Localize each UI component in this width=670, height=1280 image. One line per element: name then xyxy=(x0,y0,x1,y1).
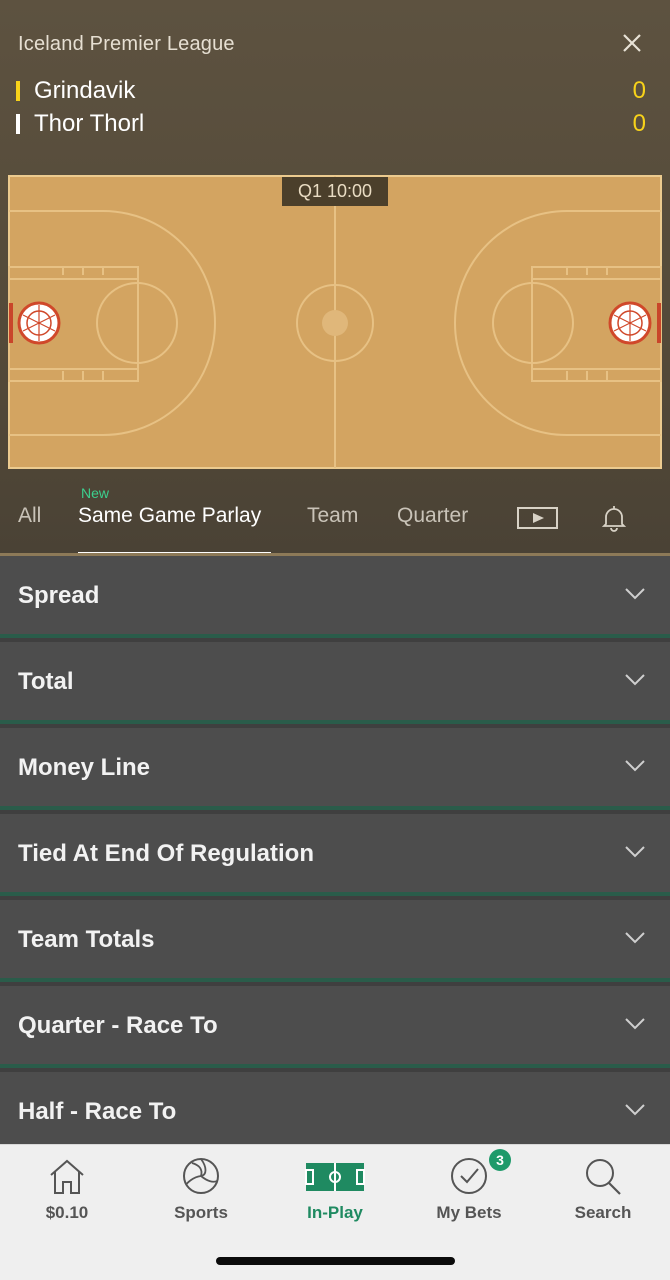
team-name: Thor Thorl xyxy=(34,110,145,137)
market-label: Tied At End Of Regulation xyxy=(18,840,314,867)
market-label: Money Line xyxy=(18,754,151,781)
pitch-icon xyxy=(305,1163,365,1191)
tab-same-game-parlay[interactable]: Same Game Parlay xyxy=(78,504,261,528)
nav-label: Sports xyxy=(174,1203,228,1222)
team-row-away: Thor Thorl 0 xyxy=(16,110,646,140)
nav-sports[interactable]: Sports xyxy=(134,1145,268,1245)
market-tabs: All New Same Game Parlay Team Quarter xyxy=(0,470,670,556)
team-marker xyxy=(16,81,20,101)
tab-all[interactable]: All xyxy=(18,504,41,528)
tab-team[interactable]: Team xyxy=(307,504,358,528)
nav-label: In-Play xyxy=(307,1203,363,1222)
nav-my-bets[interactable]: My Bets xyxy=(402,1145,536,1245)
chevron-down-icon xyxy=(625,674,645,686)
check-circle-icon xyxy=(451,1158,487,1194)
nav-in-play[interactable]: In-Play xyxy=(268,1145,402,1245)
chevron-down-icon xyxy=(625,932,645,944)
team-name: Grindavik xyxy=(34,77,136,104)
tab-quarter[interactable]: Quarter xyxy=(397,504,468,528)
chevron-down-icon xyxy=(625,846,645,858)
market-list: Spread Total Money Line Tied At End Of R… xyxy=(0,556,670,1144)
my-bets-count-badge: 3 xyxy=(489,1149,511,1171)
team-score: 0 xyxy=(632,77,646,104)
nav-label: $0.10 xyxy=(45,1203,89,1222)
search-icon xyxy=(586,1159,621,1195)
market-label: Half - Race To xyxy=(18,1098,177,1125)
nav-label: Search xyxy=(574,1203,632,1222)
close-icon[interactable] xyxy=(616,28,648,60)
market-spread[interactable]: Spread xyxy=(0,556,670,638)
market-team-totals[interactable]: Team Totals xyxy=(0,900,670,982)
league-title: Iceland Premier League xyxy=(18,33,235,55)
market-label: Spread xyxy=(18,582,100,609)
team-score: 0 xyxy=(632,110,646,137)
volleyball-icon xyxy=(183,1158,219,1194)
basketball-court xyxy=(8,175,662,469)
market-money-line[interactable]: Money Line xyxy=(0,728,670,810)
market-label: Total xyxy=(18,668,74,695)
chevron-down-icon xyxy=(625,1018,645,1030)
chevron-down-icon xyxy=(625,760,645,772)
market-total[interactable]: Total xyxy=(0,642,670,724)
home-indicator[interactable] xyxy=(216,1257,455,1265)
market-label: Quarter - Race To xyxy=(18,1012,218,1039)
nav-label: My Bets xyxy=(436,1203,502,1222)
home-icon xyxy=(50,1159,84,1194)
nav-home[interactable]: $0.10 xyxy=(0,1145,134,1245)
team-marker xyxy=(16,114,20,134)
market-half-race-to[interactable]: Half - Race To xyxy=(0,1072,670,1144)
chevron-down-icon xyxy=(625,588,645,600)
new-badge: New xyxy=(81,485,110,501)
game-clock: Q1 10:00 xyxy=(282,177,388,206)
market-quarter-race-to[interactable]: Quarter - Race To xyxy=(0,986,670,1068)
video-icon[interactable] xyxy=(517,506,558,530)
bell-icon[interactable] xyxy=(601,504,627,532)
nav-search[interactable]: Search xyxy=(536,1145,670,1245)
chevron-down-icon xyxy=(625,1104,645,1116)
market-label: Team Totals xyxy=(18,926,155,953)
team-row-home: Grindavik 0 xyxy=(16,77,646,107)
market-tied-at-end[interactable]: Tied At End Of Regulation xyxy=(0,814,670,896)
